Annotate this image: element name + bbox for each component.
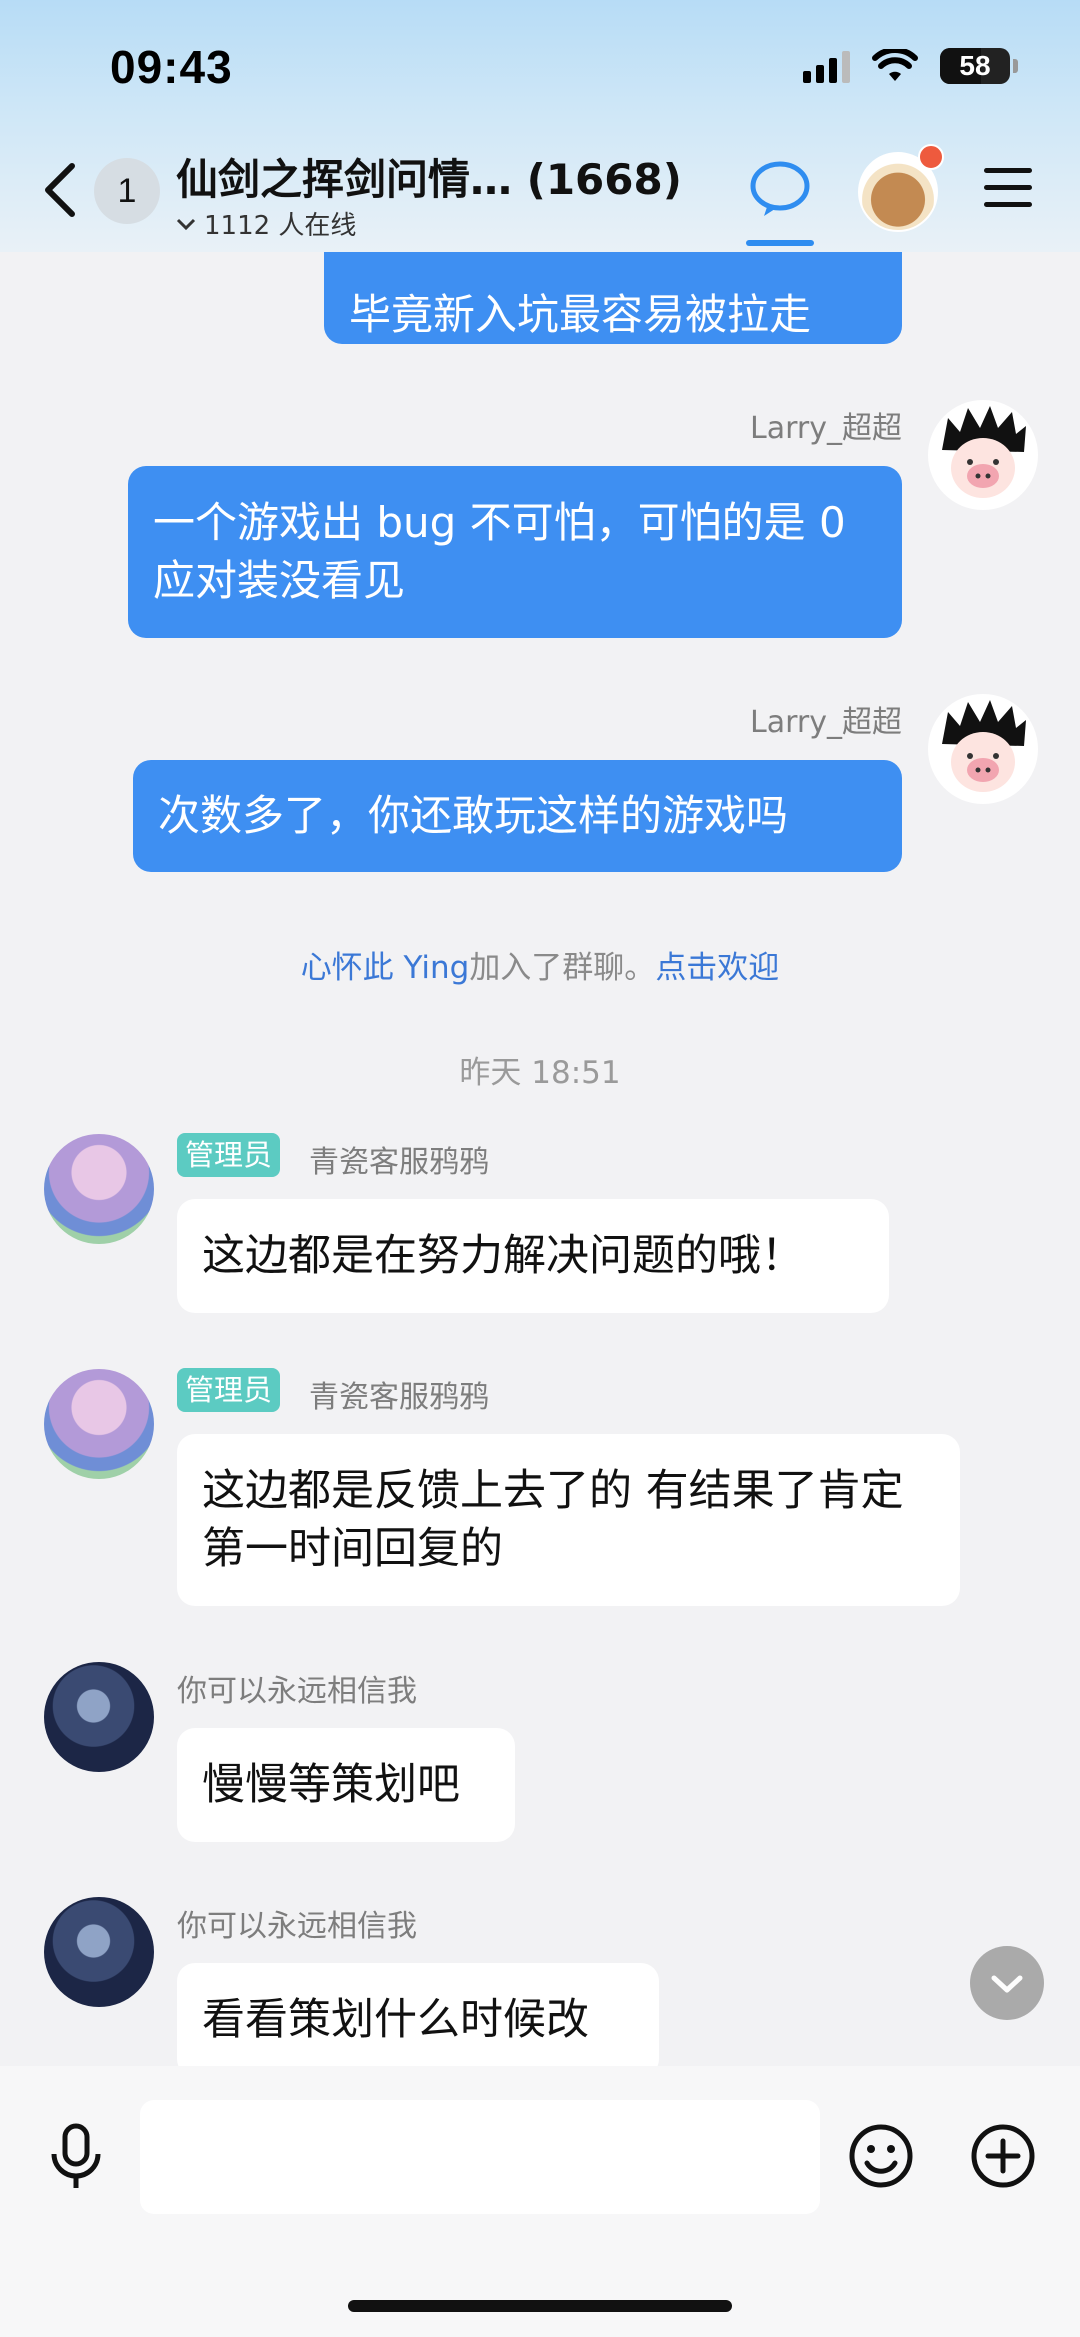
sender-name: Larry_超超 <box>750 411 902 446</box>
chat-bubble-icon <box>750 161 810 216</box>
battery-icon: 58 <box>940 48 1018 84</box>
message-text: 这边都是反馈上去了的 有结果了肯定第一时间回复的 <box>202 1466 904 1574</box>
join-action-text: 加入了群聊。 <box>469 950 656 986</box>
sender-name: 青瓷客服鸦鸦 <box>309 1380 489 1415</box>
message-bubble[interactable]: 这边都是反馈上去了的 有结果了肯定第一时间回复的 <box>177 1434 960 1606</box>
home-indicator <box>348 2300 732 2312</box>
status-time: 09:43 <box>110 41 233 93</box>
message-text: 看看策划什么时候改 <box>202 1995 589 2045</box>
avatar[interactable] <box>44 1369 154 1479</box>
message-input[interactable] <box>140 2100 820 2214</box>
avatar[interactable] <box>928 694 1038 804</box>
status-icons: 58 <box>803 48 1018 84</box>
plus-icon[interactable] <box>970 2123 1036 2189</box>
admin-badge: 管理员 <box>177 1368 281 1412</box>
message-text: 毕竟新入坑最容易被拉走 <box>349 290 812 339</box>
cartoon-face-icon <box>942 700 1026 792</box>
avatar[interactable] <box>928 400 1038 510</box>
admin-badge: 管理员 <box>177 1133 281 1177</box>
avatar[interactable] <box>44 1897 154 2007</box>
avatar[interactable] <box>44 1134 154 1244</box>
back-icon[interactable] <box>38 160 82 220</box>
microphone-icon[interactable] <box>46 2122 106 2192</box>
scroll-to-bottom-button[interactable] <box>970 1946 1044 2020</box>
unread-count-badge[interactable]: 1 <box>94 158 160 224</box>
sender-name: Larry_超超 <box>750 705 902 740</box>
emoji-icon[interactable] <box>848 2123 914 2189</box>
chevron-down-icon <box>176 218 196 230</box>
sender-name: 你可以永远相信我 <box>177 1909 417 1944</box>
system-join-notice: 心怀此 Ying加入了群聊。点击欢迎 <box>0 942 1080 987</box>
message-text: 一个游戏出 bug 不可怕，可怕的是 0应对装没看见 <box>153 498 846 605</box>
sender-name: 你可以永远相信我 <box>177 1674 417 1709</box>
wifi-icon <box>872 49 918 81</box>
chat-header: 09:43 58 1 仙剑之挥剑问情… (1668) 1112 人在线 <box>0 0 1080 252</box>
message-bubble[interactable]: 慢慢等策划吧 <box>177 1728 515 1842</box>
notification-dot <box>918 144 944 170</box>
cartoon-face-icon <box>942 406 1026 498</box>
cellular-signal-icon <box>803 49 850 83</box>
message-bubble[interactable]: 这边都是在努力解决问题的哦！ <box>177 1199 889 1313</box>
message-text: 这边都是在努力解决问题的哦！ <box>202 1231 804 1281</box>
menu-icon[interactable] <box>984 168 1032 212</box>
tab-active-indicator <box>746 240 814 246</box>
message-timestamp: 昨天 18:51 <box>459 1055 621 1091</box>
message-bubble[interactable]: 一个游戏出 bug 不可怕，可怕的是 0应对装没看见 <box>128 466 902 638</box>
chevron-down-icon <box>991 1975 1023 1993</box>
avatar[interactable] <box>44 1662 154 1772</box>
online-count-label: 1112 人在线 <box>204 211 357 241</box>
message-text: 次数多了，你还敢玩这样的游戏吗 <box>158 791 789 840</box>
joined-user-link[interactable]: 心怀此 Ying <box>301 950 470 986</box>
message-text: 慢慢等策划吧 <box>202 1760 460 1810</box>
online-count[interactable]: 1112 人在线 <box>176 205 356 242</box>
tab-chat[interactable] <box>746 158 814 246</box>
sender-name: 青瓷客服鸦鸦 <box>309 1145 489 1180</box>
message-bubble[interactable]: 看看策划什么时候改 <box>177 1963 659 2077</box>
welcome-link[interactable]: 点击欢迎 <box>655 950 779 986</box>
message-bubble[interactable]: 次数多了，你还敢玩这样的游戏吗 <box>133 760 902 872</box>
group-title[interactable]: 仙剑之挥剑问情… (1668) <box>176 146 682 207</box>
